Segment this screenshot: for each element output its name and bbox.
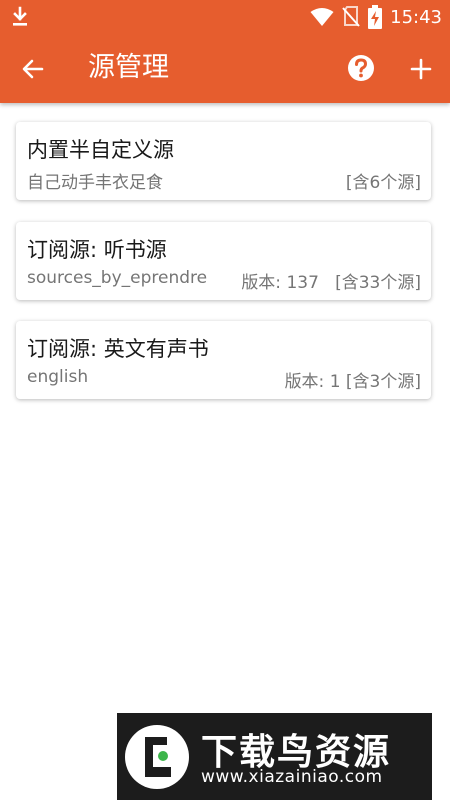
page-title: 源管理 — [88, 52, 169, 83]
help-button[interactable] — [346, 53, 376, 83]
toolbar: 源管理 — [0, 34, 450, 103]
source-card-audiobook[interactable]: 订阅源: 听书源 sources_by_eprendre 版本: 137 [含3… — [16, 222, 431, 300]
bird-logo-icon — [125, 725, 189, 789]
source-title: 订阅源: 听书源 — [27, 238, 167, 262]
app-bar: 15:43 源管理 — [0, 0, 450, 103]
plus-icon — [410, 58, 432, 80]
watermark-url: www.xiazainiao.com — [201, 767, 383, 787]
arrow-left-icon — [22, 59, 44, 79]
back-button[interactable] — [16, 52, 50, 86]
download-icon — [13, 6, 27, 26]
source-subtitle: sources_by_eprendre — [27, 268, 208, 288]
battery-charging-icon — [368, 5, 383, 29]
source-meta: 版本: 1 [含3个源] — [284, 372, 421, 392]
source-title: 订阅源: 英文有声书 — [27, 337, 209, 361]
source-card-builtin[interactable]: 内置半自定义源 自己动手丰衣足食 [含6个源] — [16, 122, 431, 200]
status-bar: 15:43 — [0, 0, 450, 34]
status-icons: 15:43 — [310, 4, 442, 30]
source-subtitle: 自己动手丰衣足食 — [27, 173, 163, 193]
wifi-icon — [310, 8, 334, 26]
status-time: 15:43 — [390, 6, 442, 28]
source-meta: [含6个源] — [345, 173, 421, 193]
no-sim-icon — [342, 6, 360, 27]
add-source-button[interactable] — [404, 52, 438, 86]
watermark: 下载鸟资源 www.xiazainiao.com — [117, 713, 432, 800]
source-card-english[interactable]: 订阅源: 英文有声书 english 版本: 1 [含3个源] — [16, 321, 431, 399]
source-title: 内置半自定义源 — [27, 138, 174, 162]
source-subtitle: english — [27, 367, 89, 387]
help-circle-icon — [348, 55, 374, 81]
source-meta: 版本: 137 [含33个源] — [241, 273, 421, 293]
